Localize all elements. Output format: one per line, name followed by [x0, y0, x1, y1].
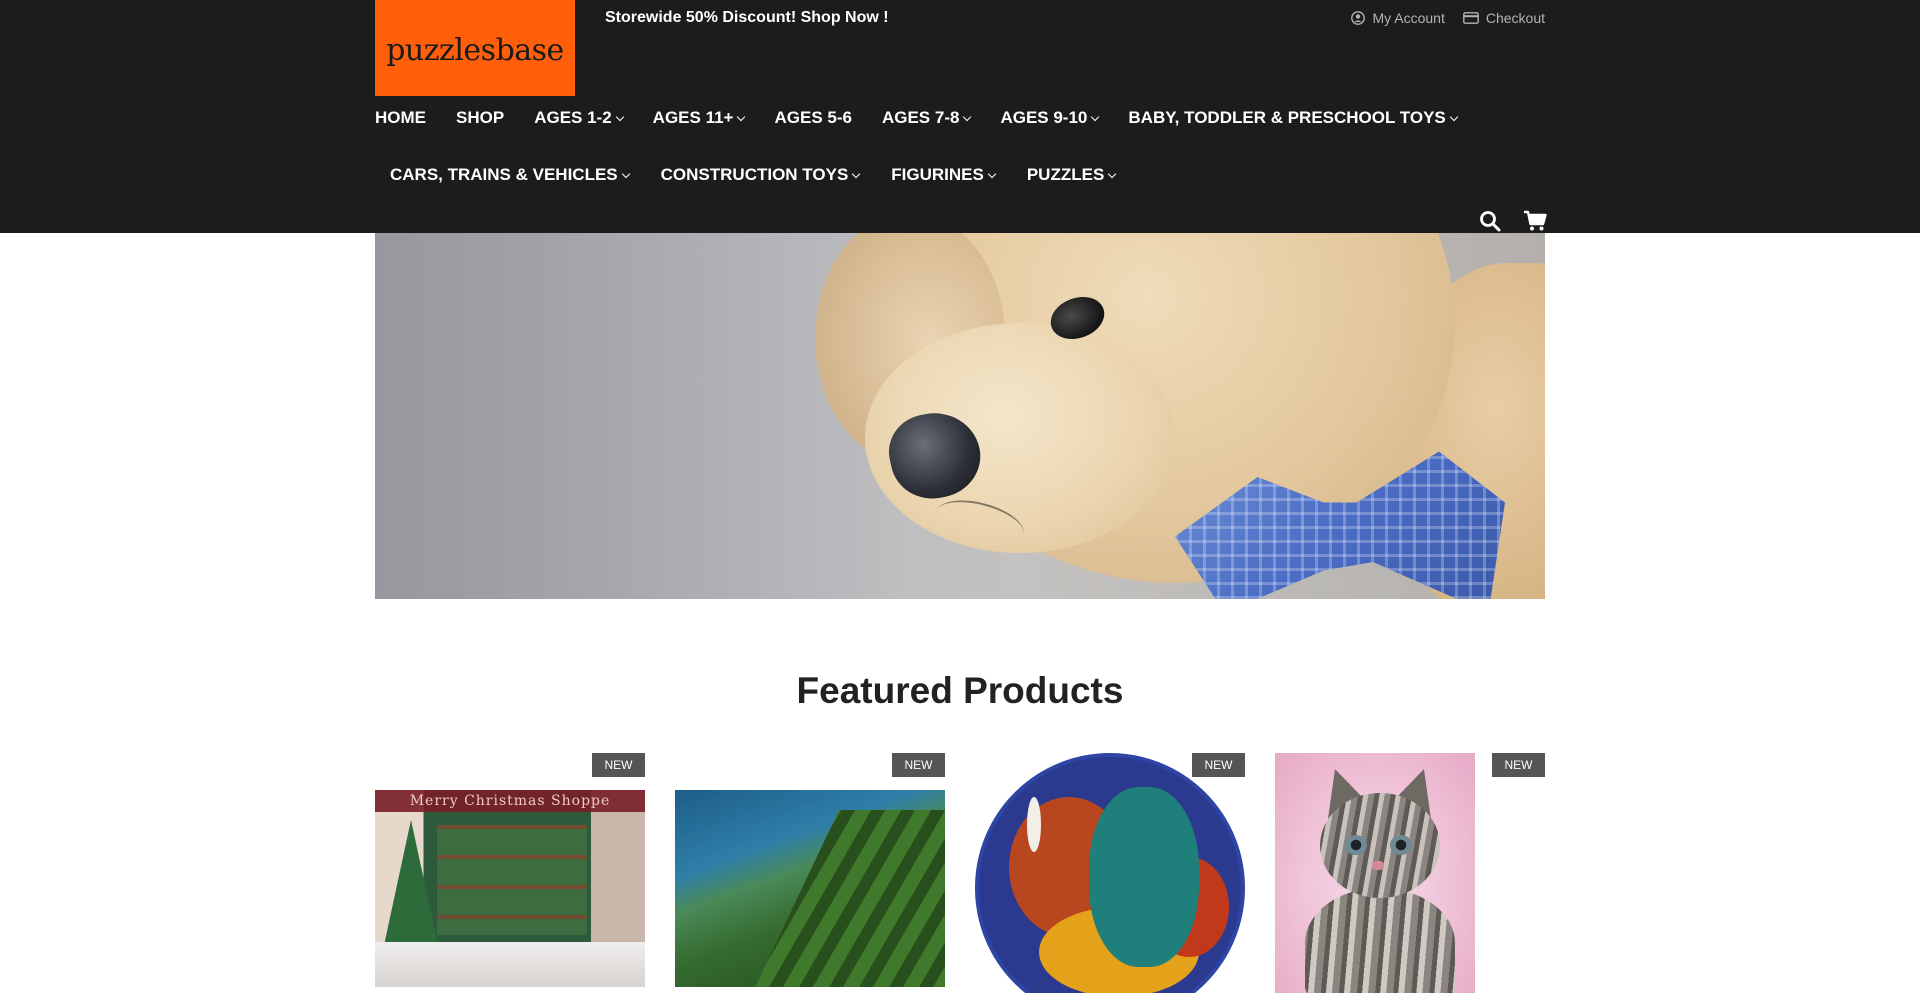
snow-ground	[375, 942, 645, 987]
product-card[interactable]: NEW	[675, 753, 945, 993]
promo-banner[interactable]: Storewide 50% Discount! Shop Now !	[605, 9, 889, 27]
nav-label: HOME	[375, 108, 426, 127]
nav-ages-5-6[interactable]: AGES 5-6	[774, 108, 851, 128]
search-icon	[1480, 211, 1501, 232]
cart-icon	[1524, 210, 1547, 231]
chevron-down-icon	[963, 112, 972, 121]
nav-ages-11-plus[interactable]: AGES 11+	[652, 108, 746, 128]
nav-label: CONSTRUCTION TOYS	[660, 165, 849, 184]
hero-shade	[375, 233, 1545, 599]
logo-text: puzzlesbase	[386, 32, 564, 68]
account-links: My Account Checkout	[1351, 10, 1545, 26]
nav-baby-toddler-preschool[interactable]: BABY, TODDLER & PRESCHOOL TOYS	[1128, 108, 1459, 128]
chevron-down-icon	[615, 112, 624, 121]
shoppe-sign-text: Merry Christmas Shoppe	[409, 793, 611, 809]
nav-label: AGES 7-8	[881, 108, 960, 127]
site-header: puzzlesbase Storewide 50% Discount! Shop…	[0, 0, 1920, 233]
main-nav-row-1: HOME SHOP AGES 1-2 AGES 11+ AGES 5-6 AGE…	[375, 108, 1487, 128]
product-card[interactable]: NEW	[1275, 753, 1545, 993]
nav-label: AGES 5-6	[774, 108, 852, 127]
nav-ages-9-10[interactable]: AGES 9-10	[1000, 108, 1100, 128]
nav-ages-7-8[interactable]: AGES 7-8	[881, 108, 972, 128]
kitten-body	[1305, 888, 1455, 993]
kitten-head	[1320, 793, 1440, 898]
christmas-tree	[383, 820, 439, 950]
nav-label: CARS, TRAINS & VEHICLES	[390, 165, 618, 184]
nav-construction-toys[interactable]: CONSTRUCTION TOYS	[660, 165, 861, 185]
green-ridge	[735, 810, 945, 987]
nav-shop[interactable]: SHOP	[456, 108, 504, 128]
nav-label: AGES 1-2	[534, 108, 612, 127]
nav-cars-trains-vehicles[interactable]: CARS, TRAINS & VEHICLES	[390, 165, 630, 185]
credit-card-icon	[1462, 12, 1479, 24]
nav-home[interactable]: HOME	[375, 108, 426, 128]
product-card[interactable]: Merry Christmas Shoppe NEW	[375, 753, 645, 993]
user-icon	[1351, 11, 1366, 25]
nav-label: PUZZLES	[1026, 165, 1105, 184]
shop-shelves	[437, 825, 587, 935]
nav-ages-1-2[interactable]: AGES 1-2	[534, 108, 624, 128]
kitten-eye	[1390, 835, 1412, 855]
chevron-down-icon	[737, 112, 746, 121]
hero-banner-teddy-bear[interactable]	[375, 233, 1545, 599]
chevron-down-icon	[852, 169, 861, 178]
main-nav-row-2: CARS, TRAINS & VEHICLES CONSTRUCTION TOY…	[390, 165, 1147, 185]
checkout-link[interactable]: Checkout	[1462, 10, 1545, 26]
new-badge: NEW	[1192, 753, 1245, 777]
new-badge: NEW	[1492, 753, 1545, 777]
chevron-down-icon	[987, 169, 997, 178]
product-card[interactable]: NEW	[975, 753, 1245, 993]
product-image-christmas-shoppe[interactable]: Merry Christmas Shoppe	[375, 790, 645, 987]
product-image-round-folk-art[interactable]	[975, 753, 1245, 993]
nav-figurines[interactable]: FIGURINES	[891, 165, 997, 185]
kitten-eye	[1345, 835, 1367, 855]
nav-label: SHOP	[456, 108, 505, 127]
nav-label: AGES 11+	[652, 108, 734, 127]
my-account-label: My Account	[1372, 10, 1445, 26]
new-badge: NEW	[892, 753, 945, 777]
nav-label: FIGURINES	[891, 165, 984, 184]
nav-label: AGES 9-10	[1000, 108, 1088, 127]
nav-label: BABY, TODDLER & PRESCHOOL TOYS	[1128, 108, 1446, 127]
chevron-down-icon	[621, 169, 630, 178]
site-logo[interactable]: puzzlesbase	[375, 0, 575, 96]
art-shape	[1089, 787, 1199, 967]
nav-puzzles[interactable]: PUZZLES	[1026, 165, 1117, 185]
checkout-label: Checkout	[1485, 10, 1545, 26]
white-bird	[1027, 797, 1041, 852]
chevron-down-icon	[1091, 112, 1100, 121]
product-image-coastline[interactable]	[675, 790, 945, 987]
chevron-down-icon	[1449, 112, 1459, 121]
chevron-down-icon	[1108, 169, 1117, 178]
product-image-kitten[interactable]	[1275, 753, 1475, 993]
featured-products-title: Featured Products	[796, 670, 1124, 711]
kitten-nose	[1372, 861, 1384, 870]
my-account-link[interactable]: My Account	[1351, 10, 1445, 26]
new-badge: NEW	[592, 753, 645, 777]
